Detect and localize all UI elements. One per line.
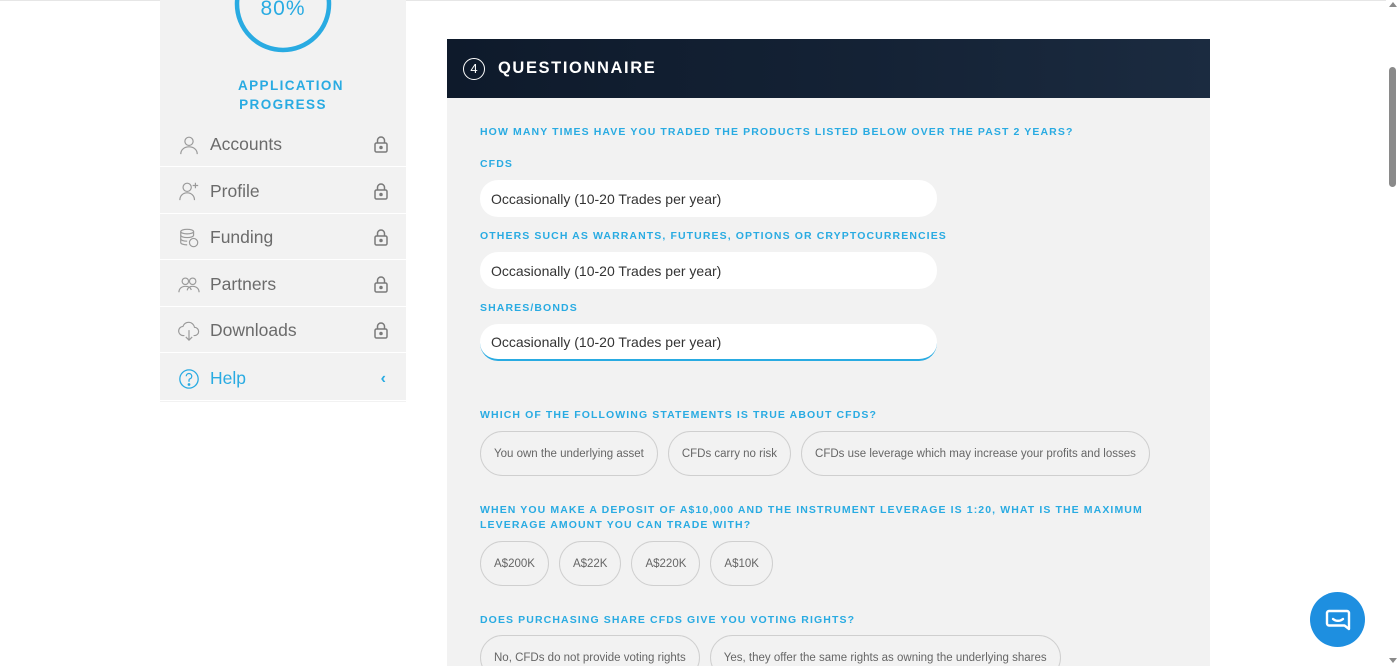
option-button[interactable]: CFDs use leverage which may increase you… xyxy=(801,431,1150,476)
sidebar-item-partners[interactable]: Partners xyxy=(160,262,406,307)
sidebar-item-accounts[interactable]: Accounts xyxy=(160,123,406,167)
progress-ring xyxy=(233,0,333,54)
option-button[interactable]: CFDs carry no risk xyxy=(667,431,792,476)
sidebar-item-profile[interactable]: Profile xyxy=(160,169,406,214)
cfd-statement-question: WHICH OF THE FOLLOWING STATEMENTS IS TRU… xyxy=(480,409,877,421)
option-button[interactable]: A$10K xyxy=(710,541,773,586)
shares-bonds-label: SHARES/BONDS xyxy=(480,302,578,314)
voting-rights-options: No, CFDs do not provide voting rights Ye… xyxy=(480,635,1061,666)
questionnaire-header: 4 QUESTIONNAIRE xyxy=(447,39,1210,98)
user-plus-icon xyxy=(177,179,201,203)
option-button[interactable]: A$200K xyxy=(480,541,549,586)
page-scrollbar[interactable] xyxy=(1386,0,1400,666)
cfds-label: CFDS xyxy=(480,158,513,170)
leverage-question: WHEN YOU MAKE A DEPOSIT OF A$10,000 AND … xyxy=(480,504,1143,531)
option-button[interactable]: A$22K xyxy=(558,541,622,586)
questionnaire-panel: 4 QUESTIONNAIRE HOW MANY TIMES HAVE YOU … xyxy=(447,39,1210,666)
sidebar-item-funding[interactable]: Funding xyxy=(160,216,406,260)
sidebar-item-label: Funding xyxy=(210,227,274,247)
lock-icon xyxy=(374,229,388,246)
sidebar-nav: Accounts Profile Funding Partners Downlo… xyxy=(160,123,406,404)
cfds-select[interactable]: Occasionally (10-20 Trades per year) xyxy=(480,180,937,217)
trade-frequency-question: HOW MANY TIMES HAVE YOU TRADED THE PRODU… xyxy=(480,126,1074,138)
user-icon xyxy=(177,133,201,157)
lock-icon xyxy=(374,182,388,200)
leverage-options: A$200K A$22K A$220K A$10K xyxy=(480,541,773,586)
others-label: OTHERS SUCH AS WARRANTS, FUTURES, OPTION… xyxy=(480,230,947,242)
page: 80% APPLICATION PROGRESS Accounts Profil… xyxy=(0,0,1400,666)
sidebar-item-help[interactable]: Help ‹ xyxy=(160,357,406,401)
users-icon xyxy=(177,272,201,296)
chevron-left-icon[interactable]: ‹ xyxy=(381,370,386,388)
lock-icon xyxy=(374,322,388,339)
scrollbar-thumb[interactable] xyxy=(1389,67,1396,187)
help-circle-icon xyxy=(177,367,201,391)
shares-bonds-select[interactable]: Occasionally (10-20 Trades per year) xyxy=(480,324,937,361)
section-title: QUESTIONNAIRE xyxy=(498,59,657,77)
coins-icon xyxy=(177,226,201,250)
sidebar-item-label: Partners xyxy=(210,273,277,294)
sidebar-item-label: Help xyxy=(210,368,246,388)
chat-button[interactable] xyxy=(1310,592,1365,647)
cloud-download-icon xyxy=(177,319,201,343)
sidebar: 80% APPLICATION PROGRESS Accounts Profil… xyxy=(160,0,406,402)
scroll-down-arrow-icon[interactable] xyxy=(1389,658,1397,663)
chat-bubble-icon xyxy=(1325,609,1350,630)
progress-label: APPLICATION PROGRESS xyxy=(238,78,344,112)
sidebar-item-label: Accounts xyxy=(210,134,282,154)
step-number: 4 xyxy=(463,57,485,80)
sidebar-item-label: Downloads xyxy=(210,320,297,340)
sidebar-item-downloads[interactable]: Downloads xyxy=(160,309,406,353)
lock-icon xyxy=(374,275,388,293)
cfd-statement-options: You own the underlying asset CFDs carry … xyxy=(480,431,1150,476)
lock-icon xyxy=(374,136,388,153)
sidebar-item-label: Profile xyxy=(210,180,260,201)
option-button[interactable]: No, CFDs do not provide voting rights xyxy=(480,635,700,666)
voting-rights-question: DOES PURCHASING SHARE CFDS GIVE YOU VOTI… xyxy=(480,614,856,626)
scroll-up-arrow-icon[interactable] xyxy=(1389,2,1397,7)
option-button[interactable]: You own the underlying asset xyxy=(480,431,658,476)
option-button[interactable]: Yes, they offer the same rights as ownin… xyxy=(709,635,1061,666)
option-button[interactable]: A$220K xyxy=(631,541,701,586)
others-select[interactable]: Occasionally (10-20 Trades per year) xyxy=(480,252,937,289)
